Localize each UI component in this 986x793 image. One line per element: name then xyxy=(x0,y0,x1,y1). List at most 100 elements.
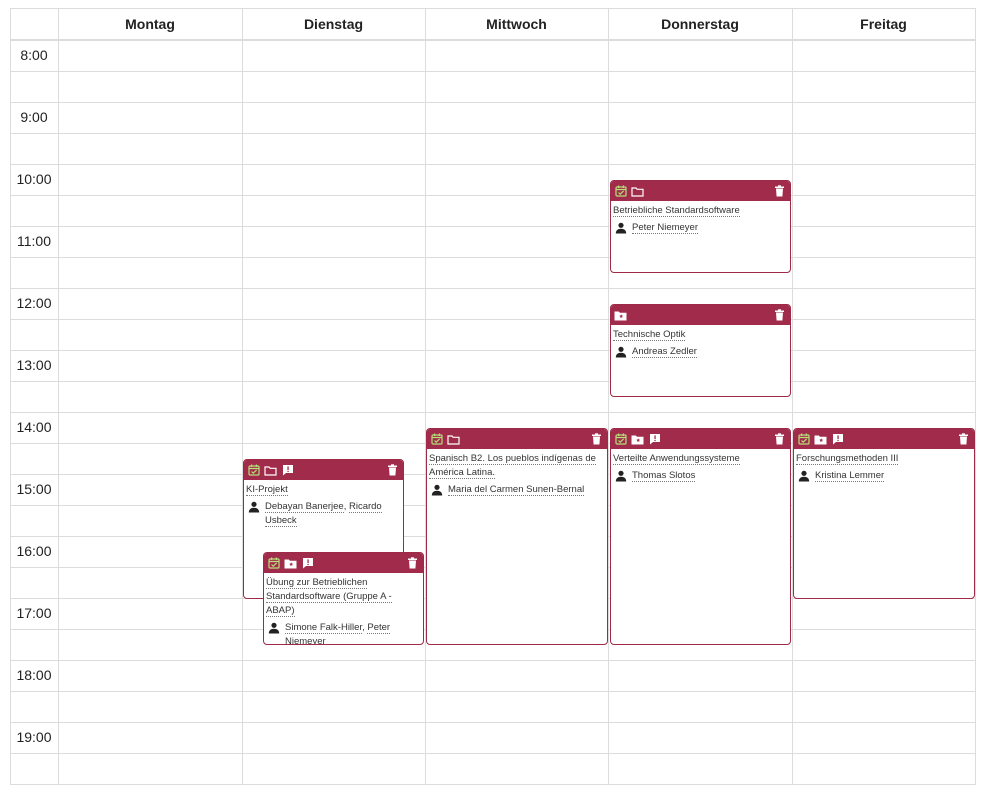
calendar-check-icon[interactable] xyxy=(614,433,627,446)
people-list: Andreas Zedler xyxy=(632,345,697,359)
grid-hline xyxy=(10,102,976,103)
grid-hline xyxy=(10,226,976,227)
folder-star-icon[interactable] xyxy=(631,433,644,446)
event-body: Übung zur Betrieblichen Standardsoftware… xyxy=(264,573,423,644)
calendar-check-icon[interactable] xyxy=(267,557,280,570)
comment-alert-icon[interactable] xyxy=(831,433,844,446)
time-label: 11:00 xyxy=(17,233,51,249)
time-label: 15:00 xyxy=(16,481,52,497)
grid-hline xyxy=(10,660,976,661)
time-label: 14:00 xyxy=(16,419,52,435)
people-list: Simone Falk-Hiller, Peter Niemeyer xyxy=(285,621,421,644)
event-body: Technische Optik Andreas Zedler xyxy=(611,325,790,363)
event-optik[interactable]: Technische Optik Andreas Zedler xyxy=(610,304,791,397)
trash-icon[interactable] xyxy=(406,557,419,570)
calendar-check-icon[interactable] xyxy=(614,185,627,198)
person-icon xyxy=(431,484,443,501)
event-people: Thomas Slotos xyxy=(613,469,788,487)
person-icon xyxy=(615,222,627,239)
people-list: Peter Niemeyer xyxy=(632,221,698,235)
trash-icon[interactable] xyxy=(386,464,399,477)
person-link[interactable]: Maria del Carmen Sunen-Bernal xyxy=(448,484,585,496)
person-link[interactable]: Andreas Zedler xyxy=(632,346,697,358)
time-label: 16:00 xyxy=(16,543,52,559)
person-link[interactable]: Peter Niemeyer xyxy=(632,222,698,234)
grid-hline xyxy=(10,133,976,134)
event-spanisch[interactable]: Spanisch B2. Los pueblos indígenas de Am… xyxy=(426,428,608,645)
day-header-montag: Montag xyxy=(125,16,175,32)
grid-hline xyxy=(10,40,976,41)
people-list: Debayan Banerjee, Ricardo Usbeck xyxy=(265,500,401,528)
event-header xyxy=(427,429,607,449)
trash-icon[interactable] xyxy=(773,309,786,322)
trash-icon[interactable] xyxy=(590,433,603,446)
grid-hline xyxy=(10,195,976,196)
event-people: Maria del Carmen Sunen-Bernal xyxy=(429,483,605,501)
time-label: 9:00 xyxy=(20,109,48,125)
folder-star-icon[interactable] xyxy=(284,557,297,570)
day-header-freitag: Freitag xyxy=(860,16,907,32)
grid-vline xyxy=(242,8,243,785)
grid-vline xyxy=(792,8,793,785)
event-title[interactable]: Verteilte Anwendungssysteme xyxy=(613,453,740,465)
event-header xyxy=(264,553,423,573)
calendar-check-icon[interactable] xyxy=(797,433,810,446)
folder-icon[interactable] xyxy=(447,433,460,446)
comment-alert-icon[interactable] xyxy=(648,433,661,446)
event-uebung[interactable]: Übung zur Betrieblichen Standardsoftware… xyxy=(263,552,424,645)
folder-star-icon[interactable] xyxy=(614,309,627,322)
trash-icon[interactable] xyxy=(773,185,786,198)
event-betriebliche[interactable]: Betriebliche Standardsoftware Peter Nieme… xyxy=(610,180,791,273)
person-link[interactable]: Simone Falk-Hiller xyxy=(285,622,363,634)
time-label: 17:00 xyxy=(16,605,52,621)
trash-icon[interactable] xyxy=(773,433,786,446)
person-link[interactable]: Kristina Lemmer xyxy=(815,470,885,482)
grid-vline xyxy=(425,8,426,785)
event-body: Betriebliche Standardsoftware Peter Nieme… xyxy=(611,201,790,239)
calendar-check-icon[interactable] xyxy=(430,433,443,446)
event-body: Verteilte Anwendungssysteme Thomas Slotos xyxy=(611,449,790,487)
grid-hline xyxy=(10,722,976,723)
grid-hline xyxy=(10,691,976,692)
folder-star-icon[interactable] xyxy=(814,433,827,446)
week-calendar: Montag Dienstag Mittwoch Donnerstag Freitag 8… xyxy=(10,8,976,785)
folder-icon[interactable] xyxy=(264,464,277,477)
event-verteilte[interactable]: Verteilte Anwendungssysteme Thomas Slotos xyxy=(610,428,791,645)
calendar-check-icon[interactable] xyxy=(247,464,260,477)
event-title[interactable]: Übung zur Betrieblichen Standardsoftware… xyxy=(266,577,392,617)
event-forschung[interactable]: Forschungsmethoden III Kristina Lemmer xyxy=(793,428,975,599)
time-label: 18:00 xyxy=(16,667,52,683)
time-label: 10:00 xyxy=(16,171,52,187)
event-title[interactable]: Technische Optik xyxy=(613,329,686,341)
grid-hline xyxy=(10,381,976,382)
grid-hline xyxy=(10,164,976,165)
person-icon xyxy=(615,470,627,487)
trash-icon[interactable] xyxy=(957,433,970,446)
comment-alert-icon[interactable] xyxy=(301,557,314,570)
event-people: Andreas Zedler xyxy=(613,345,788,363)
people-list: Maria del Carmen Sunen-Bernal xyxy=(448,483,585,497)
event-title[interactable]: Betriebliche Standardsoftware xyxy=(613,205,740,217)
day-header-donnerstag: Donnerstag xyxy=(661,16,739,32)
event-header xyxy=(611,429,790,449)
event-body: Spanisch B2. Los pueblos indígenas de Am… xyxy=(427,449,607,501)
time-label: 19:00 xyxy=(16,729,52,745)
grid-hline xyxy=(10,257,976,258)
person-link[interactable]: Thomas Slotos xyxy=(632,470,696,482)
event-body: KI-Projekt Debayan Banerjee, Ricardo Usbe… xyxy=(244,480,403,528)
event-title[interactable]: KI-Projekt xyxy=(246,484,288,496)
event-header xyxy=(611,305,790,325)
grid-hline xyxy=(10,71,976,72)
grid-hline xyxy=(10,319,976,320)
comment-alert-icon[interactable] xyxy=(281,464,294,477)
event-people: Simone Falk-Hiller, Peter Niemeyer xyxy=(266,621,421,644)
grid-hline xyxy=(10,784,976,785)
event-title[interactable]: Spanisch B2. Los pueblos indígenas de Am… xyxy=(429,453,596,479)
grid-hline xyxy=(10,350,976,351)
grid-vline xyxy=(608,8,609,785)
person-link[interactable]: Debayan Banerjee xyxy=(265,501,344,513)
day-header-mittwoch: Mittwoch xyxy=(486,16,547,32)
time-label: 8:00 xyxy=(20,47,48,63)
folder-icon[interactable] xyxy=(631,185,644,198)
event-title[interactable]: Forschungsmethoden III xyxy=(796,453,899,465)
